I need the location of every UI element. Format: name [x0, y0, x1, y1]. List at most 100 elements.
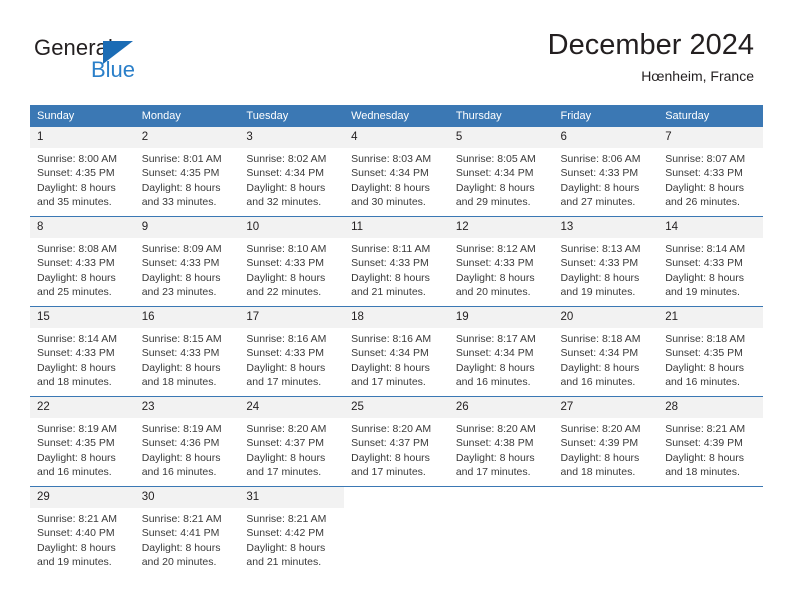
day-cell[interactable]: 30 Sunrise: 8:21 AM Sunset: 4:41 PM Dayl…: [134, 486, 240, 576]
day-cell[interactable]: 2 Sunrise: 8:01 AM Sunset: 4:35 PM Dayli…: [134, 127, 240, 217]
day-cell[interactable]: 23 Sunrise: 8:19 AM Sunset: 4:36 PM Dayl…: [134, 396, 240, 487]
daylight-text-line1: Daylight: 8 hours: [455, 181, 535, 194]
sunset-text: Sunset: 4:34 PM: [351, 347, 429, 360]
sunset-text: Sunset: 4:39 PM: [665, 437, 743, 450]
daylight-text-line2: and 19 minutes.: [665, 285, 740, 298]
day-number: 22: [30, 397, 135, 418]
day-info: Sunrise: 8:12 AM Sunset: 4:33 PM Dayligh…: [449, 238, 554, 299]
calendar-week-row: 22 Sunrise: 8:19 AM Sunset: 4:35 PM Dayl…: [30, 396, 763, 487]
day-number: [658, 487, 763, 508]
day-cell[interactable]: 20 Sunrise: 8:18 AM Sunset: 4:34 PM Dayl…: [553, 306, 659, 397]
sunset-text: Sunset: 4:33 PM: [37, 347, 115, 360]
generalblue-logo[interactable]: General Blue: [34, 36, 254, 92]
sunrise-text: Sunrise: 8:17 AM: [455, 333, 536, 345]
day-info: Sunrise: 8:09 AM Sunset: 4:33 PM Dayligh…: [135, 238, 240, 299]
daylight-text-line1: Daylight: 8 hours: [246, 271, 326, 284]
day-cell[interactable]: 21 Sunrise: 8:18 AM Sunset: 4:35 PM Dayl…: [658, 306, 763, 397]
day-cell[interactable]: 3 Sunrise: 8:02 AM Sunset: 4:34 PM Dayli…: [239, 127, 345, 217]
weekday-header-tuesday: Tuesday: [239, 105, 345, 127]
sunset-text: Sunset: 4:33 PM: [141, 257, 220, 270]
day-cell[interactable]: 15 Sunrise: 8:14 AM Sunset: 4:33 PM Dayl…: [30, 306, 135, 397]
sunrise-text: Sunrise: 8:19 AM: [37, 423, 117, 435]
day-number: 10: [239, 217, 345, 238]
day-info: Sunrise: 8:13 AM Sunset: 4:33 PM Dayligh…: [554, 238, 659, 299]
day-cell[interactable]: 16 Sunrise: 8:15 AM Sunset: 4:33 PM Dayl…: [134, 306, 240, 397]
sunset-text: Sunset: 4:34 PM: [455, 167, 534, 180]
calendar-body: 1 Sunrise: 8:00 AM Sunset: 4:35 PM Dayli…: [30, 127, 763, 576]
day-number: 12: [448, 217, 554, 238]
daylight-text-line2: and 17 minutes.: [246, 465, 322, 478]
day-cell[interactable]: 5 Sunrise: 8:05 AM Sunset: 4:34 PM Dayli…: [448, 127, 554, 217]
daylight-text-line2: and 17 minutes.: [351, 465, 426, 478]
day-cell[interactable]: 19 Sunrise: 8:17 AM Sunset: 4:34 PM Dayl…: [448, 306, 554, 397]
day-info: Sunrise: 8:15 AM Sunset: 4:33 PM Dayligh…: [135, 328, 240, 389]
sunset-text: Sunset: 4:33 PM: [455, 257, 534, 270]
day-cell[interactable]: 28 Sunrise: 8:21 AM Sunset: 4:39 PM Dayl…: [658, 396, 763, 487]
day-cell[interactable]: 22 Sunrise: 8:19 AM Sunset: 4:35 PM Dayl…: [30, 396, 135, 487]
day-cell[interactable]: 29 Sunrise: 8:21 AM Sunset: 4:40 PM Dayl…: [30, 486, 135, 576]
day-cell[interactable]: 24 Sunrise: 8:20 AM Sunset: 4:37 PM Dayl…: [239, 396, 345, 487]
sunrise-text: Sunrise: 8:11 AM: [351, 243, 431, 255]
day-cell[interactable]: 14 Sunrise: 8:14 AM Sunset: 4:33 PM Dayl…: [658, 216, 763, 307]
day-info: Sunrise: 8:21 AM Sunset: 4:40 PM Dayligh…: [30, 508, 135, 569]
weekday-header-saturday: Saturday: [658, 105, 763, 127]
weekday-header-friday: Friday: [553, 105, 659, 127]
day-info: Sunrise: 8:21 AM Sunset: 4:39 PM Dayligh…: [658, 418, 763, 479]
day-info: Sunrise: 8:03 AM Sunset: 4:34 PM Dayligh…: [344, 148, 449, 209]
day-cell[interactable]: 13 Sunrise: 8:13 AM Sunset: 4:33 PM Dayl…: [553, 216, 659, 307]
sunset-text: Sunset: 4:33 PM: [141, 347, 220, 360]
day-number: 6: [553, 127, 659, 148]
day-number: 29: [30, 487, 135, 508]
sunrise-text: Sunrise: 8:12 AM: [455, 243, 536, 255]
daylight-text-line2: and 17 minutes.: [455, 465, 531, 478]
day-number: 1: [30, 127, 135, 148]
day-cell[interactable]: 6 Sunrise: 8:06 AM Sunset: 4:33 PM Dayli…: [553, 127, 659, 217]
day-info: Sunrise: 8:21 AM Sunset: 4:42 PM Dayligh…: [239, 508, 344, 569]
day-cell[interactable]: 18 Sunrise: 8:16 AM Sunset: 4:34 PM Dayl…: [344, 306, 449, 397]
day-cell[interactable]: 8 Sunrise: 8:08 AM Sunset: 4:33 PM Dayli…: [30, 216, 135, 307]
day-info: Sunrise: 8:17 AM Sunset: 4:34 PM Dayligh…: [449, 328, 554, 389]
day-cell[interactable]: 11 Sunrise: 8:11 AM Sunset: 4:33 PM Dayl…: [344, 216, 449, 307]
day-number: 28: [658, 397, 763, 418]
sunrise-text: Sunrise: 8:16 AM: [351, 333, 432, 345]
day-cell-empty: [553, 486, 659, 576]
sunrise-text: Sunrise: 8:15 AM: [141, 333, 222, 345]
daylight-text-line2: and 16 minutes.: [665, 375, 740, 388]
sunrise-text: Sunrise: 8:21 AM: [141, 513, 222, 525]
sunset-text: Sunset: 4:33 PM: [560, 257, 639, 270]
day-cell[interactable]: 17 Sunrise: 8:16 AM Sunset: 4:33 PM Dayl…: [239, 306, 345, 397]
day-cell[interactable]: 25 Sunrise: 8:20 AM Sunset: 4:37 PM Dayl…: [344, 396, 449, 487]
sunset-text: Sunset: 4:40 PM: [37, 527, 115, 540]
daylight-text-line1: Daylight: 8 hours: [560, 361, 640, 374]
sunrise-text: Sunrise: 8:06 AM: [560, 153, 641, 165]
daylight-text-line2: and 18 minutes.: [560, 465, 636, 478]
page-title: December 2024: [547, 29, 754, 61]
day-number: 30: [134, 487, 240, 508]
daylight-text-line1: Daylight: 8 hours: [141, 181, 221, 194]
calendar-week-row: 1 Sunrise: 8:00 AM Sunset: 4:35 PM Dayli…: [30, 127, 763, 217]
sunset-text: Sunset: 4:34 PM: [455, 347, 534, 360]
day-cell[interactable]: 10 Sunrise: 8:10 AM Sunset: 4:33 PM Dayl…: [239, 216, 345, 307]
daylight-text-line1: Daylight: 8 hours: [455, 271, 535, 284]
day-info: Sunrise: 8:06 AM Sunset: 4:33 PM Dayligh…: [554, 148, 659, 209]
calendar-week-row: 8 Sunrise: 8:08 AM Sunset: 4:33 PM Dayli…: [30, 216, 763, 307]
daylight-text-line2: and 20 minutes.: [455, 285, 531, 298]
day-cell[interactable]: 9 Sunrise: 8:09 AM Sunset: 4:33 PM Dayli…: [134, 216, 240, 307]
day-number: 26: [448, 397, 554, 418]
day-cell[interactable]: 1 Sunrise: 8:00 AM Sunset: 4:35 PM Dayli…: [30, 127, 135, 217]
day-cell[interactable]: 7 Sunrise: 8:07 AM Sunset: 4:33 PM Dayli…: [658, 127, 763, 217]
day-info: Sunrise: 8:18 AM Sunset: 4:35 PM Dayligh…: [658, 328, 763, 389]
daylight-text-line1: Daylight: 8 hours: [560, 451, 640, 464]
daylight-text-line1: Daylight: 8 hours: [351, 361, 430, 374]
daylight-text-line1: Daylight: 8 hours: [37, 541, 116, 554]
sunrise-text: Sunrise: 8:13 AM: [560, 243, 641, 255]
day-cell[interactable]: 27 Sunrise: 8:20 AM Sunset: 4:39 PM Dayl…: [553, 396, 659, 487]
daylight-text-line1: Daylight: 8 hours: [37, 181, 116, 194]
day-cell[interactable]: 31 Sunrise: 8:21 AM Sunset: 4:42 PM Dayl…: [239, 486, 345, 576]
day-cell[interactable]: 12 Sunrise: 8:12 AM Sunset: 4:33 PM Dayl…: [448, 216, 554, 307]
day-cell[interactable]: 4 Sunrise: 8:03 AM Sunset: 4:34 PM Dayli…: [344, 127, 449, 217]
daylight-text-line2: and 17 minutes.: [246, 375, 322, 388]
daylight-text-line1: Daylight: 8 hours: [455, 361, 535, 374]
day-cell[interactable]: 26 Sunrise: 8:20 AM Sunset: 4:38 PM Dayl…: [448, 396, 554, 487]
day-number: 15: [30, 307, 135, 328]
